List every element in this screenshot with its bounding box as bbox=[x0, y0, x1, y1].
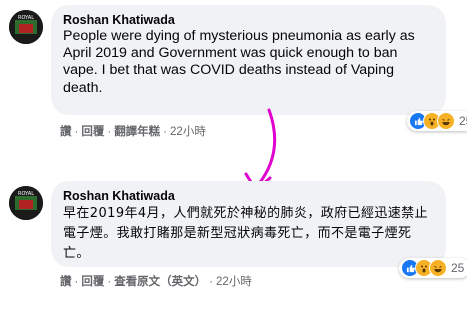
avatar[interactable]: ROYAL bbox=[9, 186, 43, 220]
like-link[interactable]: 讚 bbox=[60, 273, 72, 289]
see-original-link[interactable]: 查看原文（英文） bbox=[114, 273, 206, 289]
like-link[interactable]: 讚 bbox=[60, 123, 72, 139]
translate-link[interactable]: 翻譯年糕 bbox=[114, 123, 160, 139]
reply-link[interactable]: 回覆 bbox=[81, 123, 104, 139]
haha-reaction-icon bbox=[429, 259, 447, 277]
comment-author[interactable]: Roshan Khatiwada bbox=[63, 13, 175, 27]
comment-actions: 讚 · 回覆 · 查看原文（英文） · 22小時 bbox=[60, 273, 252, 289]
comment-bubble: Roshan Khatiwada People were dying of my… bbox=[51, 5, 446, 115]
reaction-summary[interactable]: 25 bbox=[407, 111, 467, 131]
svg-text:ROYAL: ROYAL bbox=[18, 191, 34, 197]
comment-author[interactable]: Roshan Khatiwada bbox=[63, 189, 175, 203]
haha-reaction-icon bbox=[437, 112, 455, 130]
reaction-count: 25 bbox=[451, 261, 465, 275]
arrow-shaft bbox=[256, 108, 276, 187]
reaction-count: 25 bbox=[459, 114, 467, 128]
reaction-summary[interactable]: 25 bbox=[399, 258, 467, 278]
avatar[interactable]: ROYAL bbox=[9, 10, 43, 44]
comment-text: 早在2019年4月，人們就死於神秘的肺炎，政府已經迅速禁止電子煙。我敢打賭那是新… bbox=[63, 206, 428, 261]
svg-text:ROYAL: ROYAL bbox=[18, 15, 34, 21]
reply-link[interactable]: 回覆 bbox=[81, 273, 104, 289]
timestamp[interactable]: 22小時 bbox=[170, 123, 206, 139]
comment-text: People were dying of mysterious pneumoni… bbox=[63, 28, 415, 96]
comment-actions: 讚 · 回覆 · 翻譯年糕 · 22小時 bbox=[60, 123, 206, 139]
timestamp[interactable]: 22小時 bbox=[216, 273, 252, 289]
comment-bubble: Roshan Khatiwada 早在2019年4月，人們就死於神秘的肺炎，政府… bbox=[51, 181, 446, 267]
